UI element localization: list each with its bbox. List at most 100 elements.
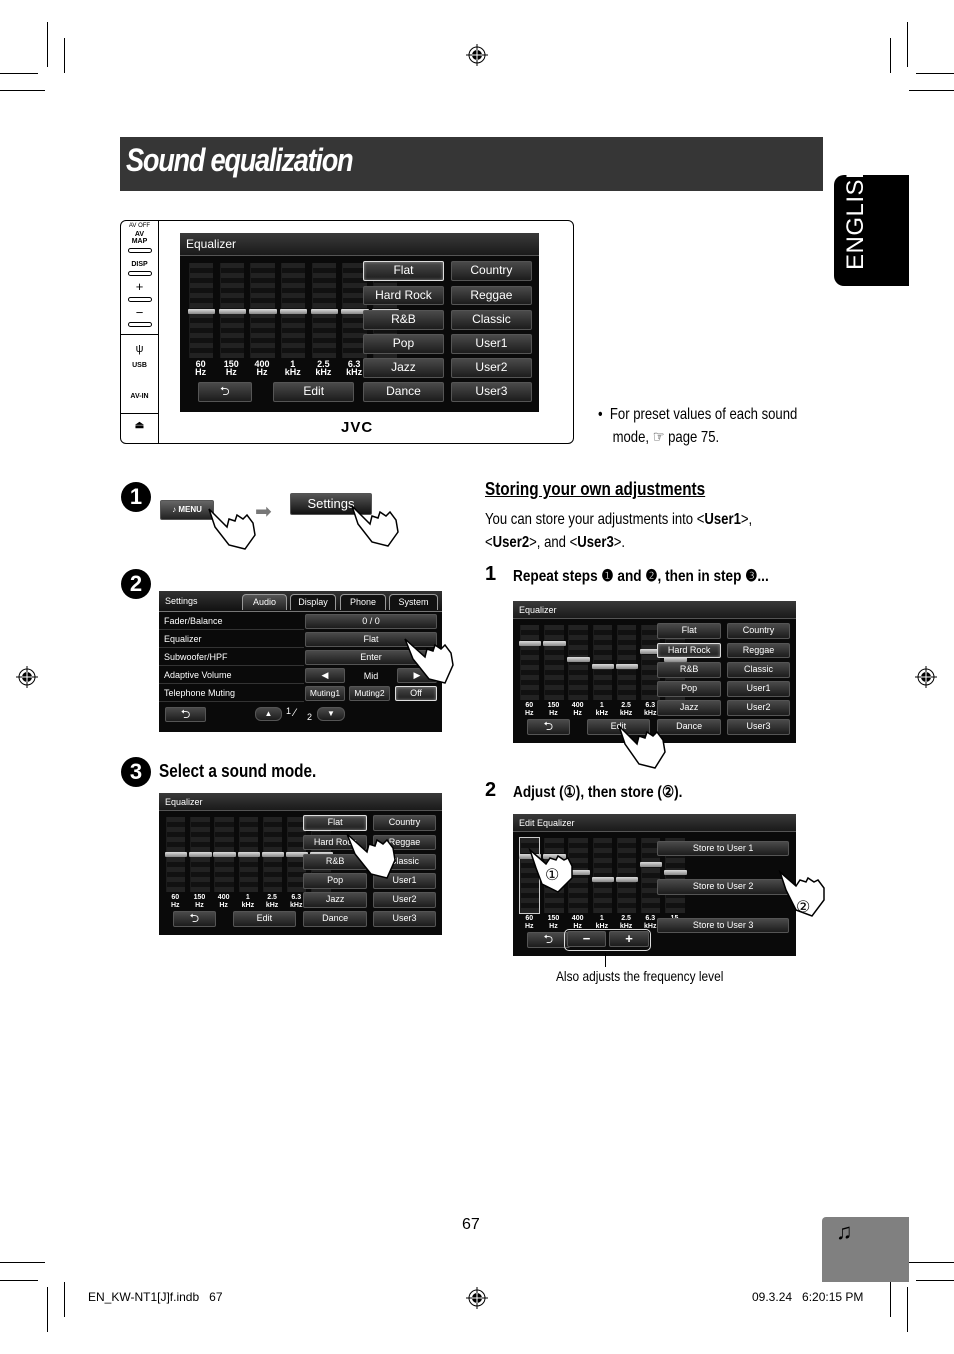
preset-reggae-button[interactable]: Reggae: [451, 285, 532, 306]
eq-slider-knob[interactable]: [640, 862, 663, 867]
muting1-button[interactable]: Muting1: [305, 686, 345, 701]
page-title: Sound equalization: [126, 142, 354, 178]
freq-value: 1: [599, 914, 604, 922]
preset-jazz-button[interactable]: Jazz: [657, 700, 721, 717]
av-map-button[interactable]: [127, 248, 152, 253]
device-illustration: AV OFF AV MAP DISP + − ψ USB AV-IN ⏏ Equ…: [120, 220, 574, 444]
preset-dance-button[interactable]: Dance: [363, 382, 444, 403]
preset-user2-button[interactable]: User2: [372, 892, 437, 909]
freq-unit: Hz: [524, 922, 534, 930]
frequency-label: 60 Hz: [185, 360, 216, 377]
adaptive-volume-prev-button[interactable]: ◀: [305, 668, 345, 683]
preset-user1-button[interactable]: User1: [726, 681, 791, 697]
preset-user3-button[interactable]: User3: [726, 719, 791, 736]
eq-slider-knob[interactable]: [615, 877, 639, 883]
tab-audio[interactable]: Audio: [242, 594, 287, 610]
preset-r-b-button[interactable]: R&B: [657, 661, 721, 678]
step-3-label: Select a sound mode.: [159, 761, 317, 781]
eq-slider-knob: [237, 852, 261, 858]
edit-button[interactable]: Edit: [232, 911, 297, 928]
tab-phone[interactable]: Phone: [340, 594, 386, 610]
intro-text: >.: [613, 534, 626, 551]
tab-system[interactable]: System: [389, 594, 438, 610]
volume-down-button[interactable]: [127, 322, 152, 327]
preset-classic-button[interactable]: Classic: [451, 309, 532, 330]
fader-balance-button[interactable]: 0 / 0: [305, 614, 437, 629]
screen-title: Equalizer: [513, 601, 796, 619]
crop-mark: [0, 73, 38, 74]
preset-country-button[interactable]: Country: [451, 261, 532, 282]
preset-hard-rock-button[interactable]: Hard Rock: [657, 642, 721, 659]
bullet: •: [598, 406, 603, 423]
step-2-badge: 2: [121, 569, 151, 599]
preset-jazz-button[interactable]: Jazz: [363, 358, 444, 379]
store-user-1-button[interactable]: Store to User 1: [657, 840, 789, 857]
freq-value: 6.3: [291, 893, 302, 901]
preset-jazz-button[interactable]: Jazz: [303, 892, 367, 909]
eq-slider-knob: [280, 308, 308, 314]
back-button[interactable]: ⮌: [527, 719, 570, 736]
eq-slider-knob: [189, 852, 212, 858]
plus-button[interactable]: +: [609, 931, 649, 948]
preset-pop-button[interactable]: Pop: [657, 681, 721, 697]
page-down-button[interactable]: ▼: [317, 707, 345, 721]
preset-hard-rock-button[interactable]: Hard Rock: [363, 285, 444, 306]
preset-user1-button[interactable]: User1: [451, 334, 532, 354]
eq-slider-knob: [310, 308, 339, 314]
crop-mark: [0, 1280, 38, 1281]
preset-user3-button[interactable]: User3: [451, 382, 532, 403]
crop-mark: [916, 73, 954, 74]
av-in-label: AV-IN: [130, 393, 149, 400]
back-button[interactable]: ⮌: [173, 911, 216, 928]
eject-icon[interactable]: ⏏: [121, 420, 158, 431]
preset-pop-button[interactable]: Pop: [363, 334, 444, 354]
page-up-button[interactable]: ▲: [255, 707, 282, 721]
back-button[interactable]: ⮌: [197, 382, 252, 403]
minus-label: −: [135, 305, 144, 320]
eq-slider-400Hz: [567, 624, 590, 700]
store-user-2-button[interactable]: Store to User 2: [657, 879, 789, 895]
freq-unit: kHz: [290, 901, 303, 909]
preset-user3-button[interactable]: User3: [372, 911, 437, 928]
frequency-label: 2.5 kHz: [308, 360, 339, 377]
registration-mark-icon: [466, 1287, 488, 1309]
eq-slider-2.5kHz[interactable]: [615, 837, 639, 913]
hand-pointer-icon: [346, 833, 396, 879]
eq-slider-2.5kHz: [615, 624, 639, 700]
disp-button[interactable]: [127, 271, 152, 276]
freq-value: 400: [571, 914, 584, 922]
eq-slider-60Hz: [519, 624, 542, 700]
preset-r-b-button[interactable]: R&B: [363, 309, 444, 330]
eq-slider-knob[interactable]: [591, 877, 615, 883]
store-user-3-button[interactable]: Store to User 3: [657, 917, 789, 934]
preset-user2-button[interactable]: User2: [451, 358, 532, 379]
preset-country-button[interactable]: Country: [726, 623, 791, 640]
crop-mark: [47, 1287, 48, 1332]
crop-mark: [916, 1280, 954, 1281]
note-line-2: mode, ☞ page 75.: [612, 429, 720, 446]
volume-up-button[interactable]: [127, 297, 152, 302]
preset-flat-button[interactable]: Flat: [303, 815, 367, 832]
eq-slider-1kHz: [591, 624, 615, 700]
preset-flat-button[interactable]: Flat: [363, 261, 444, 282]
row-equalizer-label: Equalizer: [159, 630, 304, 648]
preset-classic-button[interactable]: Classic: [726, 661, 791, 678]
preset-dance-button[interactable]: Dance: [303, 911, 367, 928]
preset-country-button[interactable]: Country: [372, 815, 437, 832]
back-button[interactable]: ⮌: [165, 707, 206, 722]
eq-slider-150Hz: [543, 624, 566, 700]
eq-slider-knob[interactable]: [664, 869, 687, 875]
settings-screen: Settings Audio Display Phone System Fade…: [159, 591, 442, 732]
edit-button[interactable]: Edit: [273, 382, 355, 403]
eq-slider-1kHz[interactable]: [591, 837, 615, 913]
minus-button[interactable]: −: [566, 931, 607, 948]
freq-unit: kHz: [595, 709, 609, 717]
storing-intro: You can store your adjustments into <Use…: [485, 508, 752, 554]
muting2-button[interactable]: Muting2: [349, 686, 390, 701]
preset-user2-button[interactable]: User2: [726, 700, 791, 717]
preset-reggae-button[interactable]: Reggae: [726, 642, 791, 659]
freq-value: 2.5: [621, 701, 631, 709]
tab-display[interactable]: Display: [290, 594, 336, 610]
crop-mark: [47, 22, 48, 67]
preset-flat-button[interactable]: Flat: [657, 623, 721, 640]
